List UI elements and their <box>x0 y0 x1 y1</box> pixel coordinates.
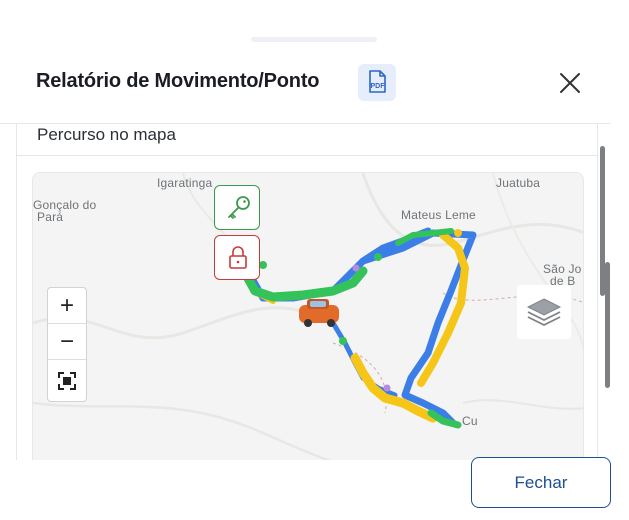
map-label-igaratinga: Igaratinga <box>157 176 213 190</box>
layers-icon <box>526 298 562 327</box>
map-label-juatuba: Juatuba <box>496 176 541 190</box>
layers-button[interactable] <box>517 285 571 339</box>
zoom-in-button[interactable]: + <box>48 288 86 324</box>
report-sheet: Relatório de Movimento/Ponto PDF Percurs… <box>0 0 629 520</box>
modal-title: Relatório de Movimento/Ponto <box>36 70 320 92</box>
card-divider <box>17 155 597 156</box>
map-canvas <box>33 173 583 460</box>
map-label-mateus-leme: Mateus Leme <box>401 208 476 222</box>
pdf-icon-text: PDF <box>371 83 386 90</box>
map-label-para: Pará <box>37 210 64 224</box>
card-title: Percurso no mapa <box>37 125 176 144</box>
zoom-control: + − <box>47 287 87 402</box>
ignition-off-marker[interactable] <box>214 235 260 280</box>
vehicle-icon <box>299 299 339 327</box>
ignition-on-marker[interactable] <box>214 185 260 230</box>
pdf-export-button[interactable]: PDF <box>358 64 396 101</box>
route-card: Percurso no mapa Igaratinga Gonçalo do P… <box>16 124 598 460</box>
fit-bounds-button[interactable] <box>48 360 86 401</box>
modal-header: Relatório de Movimento/Ponto PDF <box>0 58 629 108</box>
fit-bounds-icon <box>58 371 76 390</box>
drag-handle[interactable] <box>251 37 377 42</box>
zoom-out-button[interactable]: − <box>48 324 86 360</box>
pdf-file-icon: PDF <box>369 70 386 93</box>
close-button[interactable]: Fechar <box>471 457 611 508</box>
close-icon[interactable] <box>555 68 585 98</box>
inner-scrollbar-thumb[interactable] <box>605 262 610 388</box>
route-map[interactable]: Igaratinga Gonçalo do Pará Juatuba Mateu… <box>32 172 584 460</box>
key-icon <box>228 196 250 219</box>
map-label-cu: Cu <box>462 414 478 428</box>
lock-icon <box>229 246 247 269</box>
